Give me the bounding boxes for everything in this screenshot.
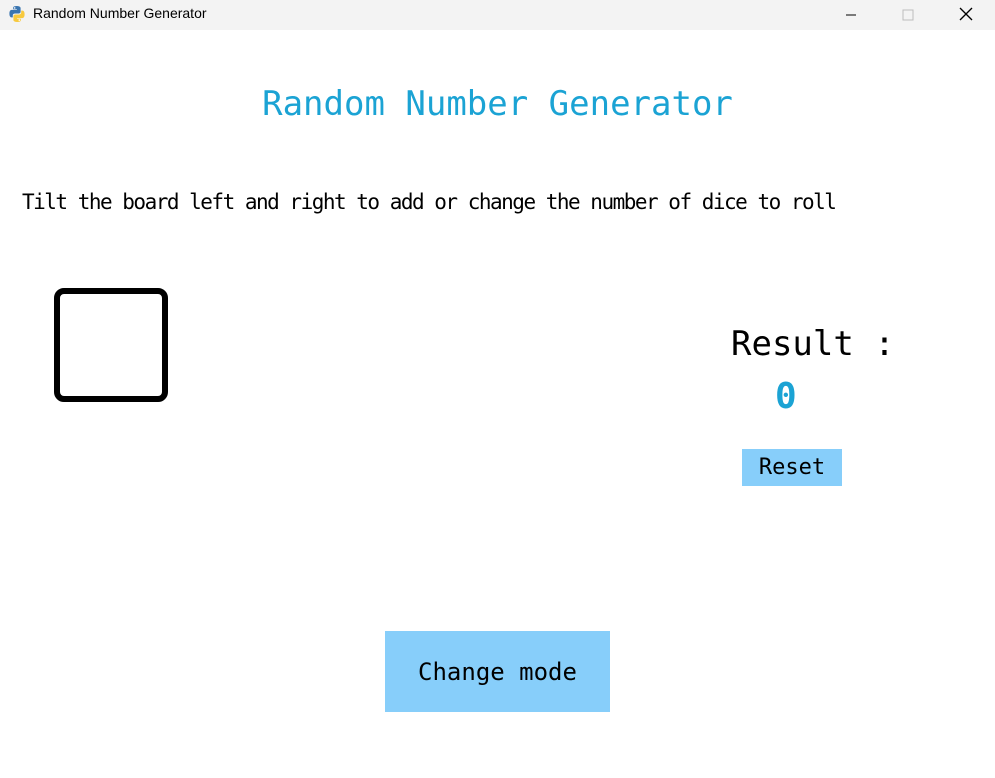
app-window: Random Number Generator Random Number Ge… [0, 0, 995, 778]
result-value: 0 [775, 376, 797, 417]
window-title: Random Number Generator [33, 5, 207, 21]
reset-button[interactable]: Reset [742, 449, 842, 486]
python-icon [8, 5, 26, 23]
minimize-button[interactable] [828, 0, 874, 30]
maximize-icon [902, 6, 914, 25]
result-label: Result : [731, 324, 895, 364]
title-bar[interactable]: Random Number Generator [0, 0, 995, 30]
reset-button-label: Reset [758, 455, 826, 480]
page-title: Random Number Generator [262, 84, 733, 124]
maximize-button[interactable] [885, 0, 931, 30]
instructions-text: Tilt the board left and right to add or … [22, 190, 837, 214]
close-icon [959, 6, 973, 25]
change-mode-button-label: Change mode [418, 657, 577, 686]
minimize-icon [845, 6, 857, 25]
close-button[interactable] [943, 0, 989, 30]
change-mode-button[interactable]: Change mode [385, 631, 610, 712]
die[interactable] [54, 288, 168, 402]
